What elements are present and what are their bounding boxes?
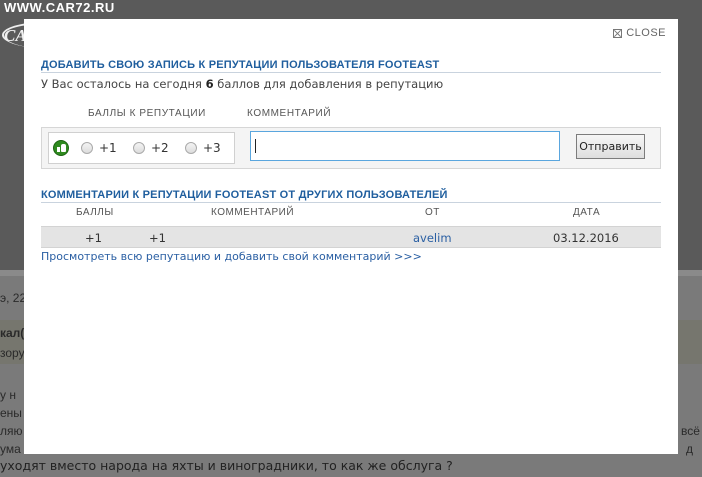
thumbs-up-icon [53, 140, 69, 156]
close-label: CLOSE [626, 27, 666, 39]
post-text-line: уходят вместо народа на яхты и виноградн… [0, 458, 453, 473]
row-date: 03.12.2016 [553, 231, 619, 245]
comments-section-title: КОММЕНТАРИИ К РЕПУТАЦИИ FOOTEAST ОТ ДРУГ… [41, 189, 448, 201]
date-header: ДАТА [573, 207, 601, 218]
radio-label: +2 [151, 141, 169, 155]
post-date-fragment: э, 22 [0, 291, 27, 305]
site-name: WWW.CAR72.RU [4, 0, 115, 15]
text-caret [255, 139, 256, 153]
row-author-link[interactable]: avelim [413, 231, 452, 245]
info-prefix: У Вас осталось на сегодня [41, 77, 202, 91]
comments-divider [41, 202, 661, 203]
points-column-label: БАЛЛЫ К РЕПУТАЦИИ [88, 108, 206, 119]
post-user-fragment: кал( [0, 326, 25, 340]
radio-button[interactable] [185, 142, 197, 154]
radio-label: +3 [203, 141, 221, 155]
from-header: ОТ [425, 207, 440, 218]
submit-button[interactable]: Отправить [576, 134, 645, 159]
post-text-fragment: ляю [0, 424, 23, 438]
post-text-fragment: ума [0, 442, 21, 456]
reputation-modal: CLOSE ДОБАВИТЬ СВОЮ ЗАПИСЬ К РЕПУТАЦИИ П… [24, 19, 678, 454]
table-row: +1 +1 avelim 03.12.2016 [41, 226, 661, 248]
points-header: БАЛЛЫ [76, 207, 114, 218]
comment-header: КОММЕНТАРИЙ [211, 207, 295, 218]
close-icon [613, 28, 623, 38]
comment-input[interactable] [250, 131, 560, 161]
reputation-form: +1 +2 +3 Отправить [41, 127, 661, 169]
row-comment: +1 [149, 231, 166, 245]
radio-label: +1 [99, 141, 117, 155]
radio-plus-3[interactable]: +3 [185, 141, 221, 155]
row-points: +1 [85, 231, 102, 245]
add-reputation-title: ДОБАВИТЬ СВОЮ ЗАПИСЬ К РЕПУТАЦИИ ПОЛЬЗОВ… [41, 59, 440, 71]
radio-plus-2[interactable]: +2 [133, 141, 169, 155]
post-quote-fragment: зору [0, 346, 25, 360]
view-all-reputation-link[interactable]: Просмотреть всю репутацию и добавить сво… [41, 250, 422, 263]
title-divider [41, 72, 661, 73]
post-text-fragment: всё [681, 424, 700, 438]
close-button[interactable]: CLOSE [613, 27, 666, 39]
post-text-fragment: ены [0, 406, 22, 420]
points-radio-group: +1 +2 +3 [48, 132, 235, 164]
post-text-fragment: у н [0, 388, 16, 402]
radio-button[interactable] [81, 142, 93, 154]
radio-plus-1[interactable]: +1 [81, 141, 117, 155]
points-remaining-count: 6 [205, 77, 214, 91]
points-remaining-info: У Вас осталось на сегодня 6 баллов для д… [41, 77, 443, 91]
comment-column-label: КОММЕНТАРИЙ [247, 108, 332, 119]
info-suffix: баллов для добавления в репутацию [217, 77, 444, 91]
post-text-fragment: д [686, 442, 694, 456]
radio-button[interactable] [133, 142, 145, 154]
